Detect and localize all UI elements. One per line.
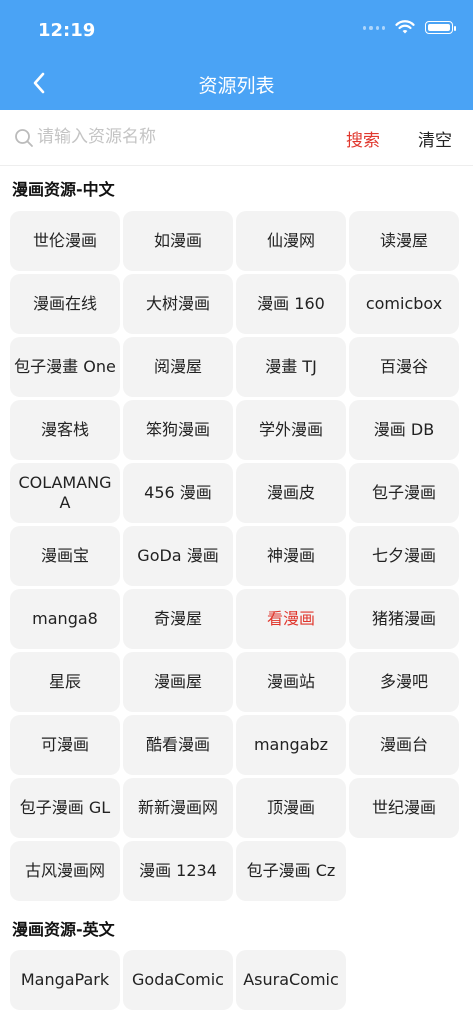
search-bar: 搜索 清空 [0,110,473,166]
source-item[interactable]: 星辰 [10,652,120,712]
source-item[interactable]: 包子漫画 [349,463,459,523]
source-item[interactable]: 古风漫画网 [10,841,120,901]
source-item[interactable]: 如漫画 [123,211,233,271]
section-title-chinese: 漫画资源-中文 [12,180,115,199]
source-item[interactable]: MangaPark [10,950,120,1010]
source-item[interactable]: 多漫吧 [349,652,459,712]
source-item[interactable]: 漫画 1234 [123,841,233,901]
wifi-icon [395,20,415,34]
source-item[interactable]: 包子漫畫 One [10,337,120,397]
battery-icon [425,21,456,34]
source-item[interactable]: comicbox [349,274,459,334]
nav-bar: 12:19 资源列表 [0,0,473,110]
search-icon [15,129,33,147]
source-item[interactable]: 漫画在线 [10,274,120,334]
source-item[interactable]: 漫客栈 [10,400,120,460]
source-item[interactable]: 新新漫画网 [123,778,233,838]
clear-button[interactable]: 清空 [418,126,452,151]
source-item[interactable]: COLAMANGA [10,463,120,523]
search-button[interactable]: 搜索 [346,126,380,151]
source-item[interactable]: 包子漫画 GL [10,778,120,838]
source-item[interactable]: 仙漫网 [236,211,346,271]
source-item[interactable]: 漫画屋 [123,652,233,712]
source-item[interactable]: 顶漫画 [236,778,346,838]
status-icons [363,20,456,35]
source-item[interactable]: 漫画 160 [236,274,346,334]
source-grid-chinese: 世伦漫画 如漫画 仙漫网 读漫屋漫画在线 大树漫画 漫画 160 comicbox 包子漫畫 … [10,211,462,901]
source-item[interactable]: GodaComic [123,950,233,1010]
source-item[interactable]: 学外漫画 [236,400,346,460]
source-item[interactable]: 漫画宝 [10,526,120,586]
source-item[interactable]: manga8 [10,589,120,649]
source-item[interactable]: 百漫谷 [349,337,459,397]
page-title: 资源列表 [198,75,275,97]
source-item[interactable]: 神漫画 [236,526,346,586]
source-item[interactable]: 奇漫屋 [123,589,233,649]
source-item[interactable]: 世伦漫画 [10,211,120,271]
source-item[interactable]: 456 漫画 [123,463,233,523]
source-item[interactable]: 可漫画 [10,715,120,775]
source-item[interactable]: 看漫画 [236,589,346,649]
source-item[interactable]: 漫畫 TJ [236,337,346,397]
source-item[interactable]: 漫画台 [349,715,459,775]
source-item[interactable]: 阅漫屋 [123,337,233,397]
source-item[interactable]: 读漫屋 [349,211,459,271]
source-item[interactable]: 酷看漫画 [123,715,233,775]
section-title-english: 漫画资源-英文 [12,920,115,939]
source-item[interactable]: mangabz [236,715,346,775]
source-grid-english: MangaPark GodaComic AsuraComic [10,950,462,1010]
source-item[interactable]: 漫画皮 [236,463,346,523]
source-item[interactable]: 漫画 DB [349,400,459,460]
source-item[interactable]: AsuraComic [236,950,346,1010]
source-item[interactable]: GoDa 漫画 [123,526,233,586]
source-item[interactable]: 猪猪漫画 [349,589,459,649]
source-item[interactable]: 七夕漫画 [349,526,459,586]
status-time: 12:19 [38,20,96,41]
signal-dots-icon [363,25,385,30]
source-item[interactable]: 笨狗漫画 [123,400,233,460]
search-input[interactable] [37,123,327,151]
source-item[interactable]: 大树漫画 [123,274,233,334]
source-item[interactable]: 漫画站 [236,652,346,712]
source-item[interactable]: 世纪漫画 [349,778,459,838]
source-item[interactable]: 包子漫画 Cz [236,841,346,901]
